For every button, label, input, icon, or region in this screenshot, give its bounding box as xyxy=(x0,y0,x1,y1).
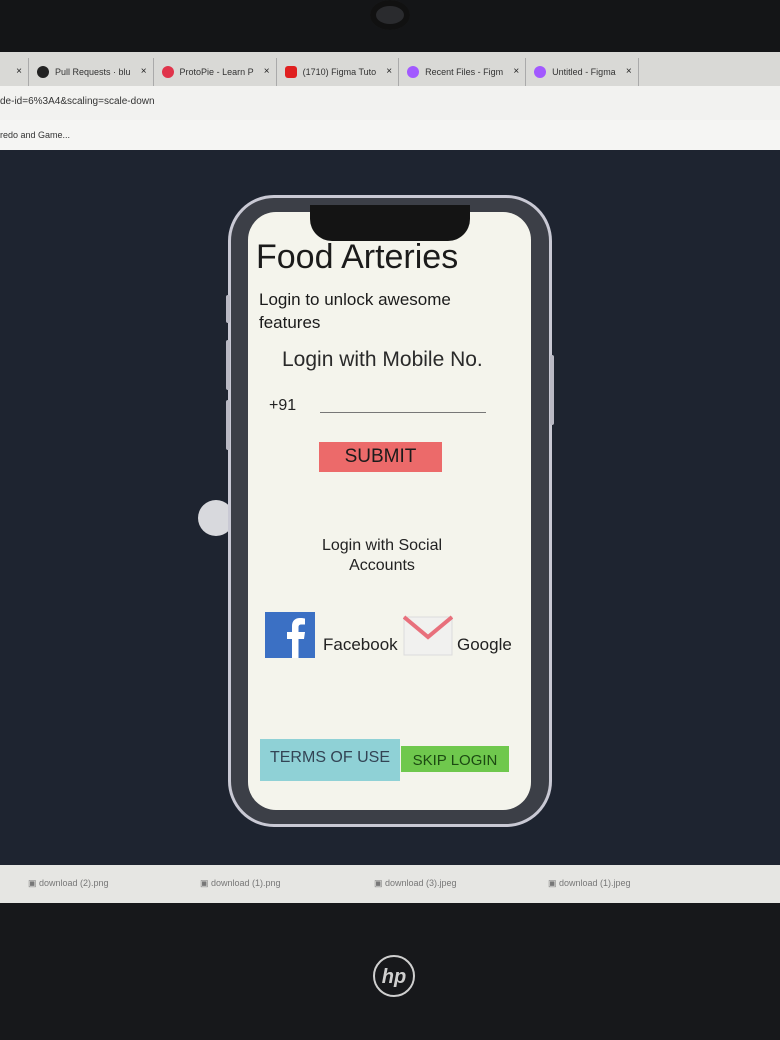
mobile-login-label: Login with Mobile No. xyxy=(282,348,483,371)
phone-notch xyxy=(310,205,470,241)
close-icon[interactable]: × xyxy=(626,66,632,77)
facebook-icon[interactable] xyxy=(265,612,315,658)
download-filename: download (1).png xyxy=(211,878,281,888)
country-code: +91 xyxy=(269,397,297,414)
tab-label: (1710) Figma Tuto xyxy=(302,67,377,77)
tab-figma-recent[interactable]: Recent Files - Figm × xyxy=(399,58,527,86)
mobile-number-input[interactable] xyxy=(320,392,486,413)
tab-label: Untitled - Figma xyxy=(552,67,616,77)
social-login-label: Login with Social Accounts xyxy=(321,537,443,574)
download-filename: download (2).png xyxy=(39,878,109,888)
submit-button[interactable]: SUBMIT xyxy=(319,442,442,472)
login-subtitle: Login to unlock awesome features xyxy=(259,290,451,332)
google-login-label[interactable]: Google xyxy=(457,635,512,655)
gmail-icon[interactable] xyxy=(402,612,454,658)
phone-side-button xyxy=(226,340,230,390)
youtube-icon xyxy=(284,66,297,78)
tab-label: Pull Requests · blu xyxy=(55,67,131,77)
download-item[interactable]: ▣ download (1).jpeg xyxy=(548,878,631,889)
bookmark-item[interactable]: redo and Game... xyxy=(0,130,70,140)
github-icon xyxy=(37,66,49,78)
figma-icon xyxy=(407,66,420,78)
url-text[interactable]: de-id=6%3A4&scaling=scale-down xyxy=(0,96,155,107)
downloads-shelf: ▣ download (2).png ▣ download (1).png ▣ … xyxy=(0,865,780,903)
phone-side-button xyxy=(550,355,554,425)
laptop-bezel-top xyxy=(0,0,780,52)
tab-figma-untitled[interactable]: Untitled - Figma × xyxy=(526,58,639,86)
download-item[interactable]: ▣ download (3).jpeg xyxy=(374,878,457,889)
close-icon[interactable]: × xyxy=(264,66,270,77)
heart-icon xyxy=(161,66,174,78)
app-title: Food Arteries xyxy=(256,238,459,276)
hp-logo: hp xyxy=(373,955,415,997)
download-filename: download (3).jpeg xyxy=(385,878,457,888)
close-icon[interactable]: × xyxy=(141,66,147,77)
close-icon[interactable]: × xyxy=(513,66,519,77)
phone-side-button xyxy=(226,295,230,323)
phone-side-button xyxy=(226,400,230,450)
close-icon[interactable]: × xyxy=(16,66,22,77)
tab-protopie[interactable]: ProtoPie - Learn P × xyxy=(154,58,277,86)
bookmarks-bar: redo and Game... xyxy=(0,120,780,151)
download-item[interactable]: ▣ download (1).png xyxy=(200,878,281,889)
skip-login-button[interactable]: SKIP LOGIN xyxy=(401,746,509,772)
tab-partial[interactable]: × xyxy=(0,58,29,86)
tab-youtube[interactable]: (1710) Figma Tuto × xyxy=(277,58,400,86)
tab-label: Recent Files - Figm xyxy=(425,67,504,77)
tab-label: ProtoPie - Learn P xyxy=(179,67,254,77)
download-filename: download (1).jpeg xyxy=(559,878,631,888)
close-icon[interactable]: × xyxy=(386,66,392,77)
webcam xyxy=(370,0,410,30)
facebook-login-label[interactable]: Facebook xyxy=(323,635,398,655)
terms-of-use-button[interactable]: TERMS OF USE xyxy=(260,739,400,781)
download-item[interactable]: ▣ download (2).png xyxy=(28,878,109,889)
figma-icon xyxy=(534,66,547,78)
address-bar[interactable]: de-id=6%3A4&scaling=scale-down xyxy=(0,86,780,120)
browser-tab-bar: × Pull Requests · blu × ProtoPie - Learn… xyxy=(0,52,780,86)
tab-pull-requests[interactable]: Pull Requests · blu × xyxy=(29,58,154,86)
